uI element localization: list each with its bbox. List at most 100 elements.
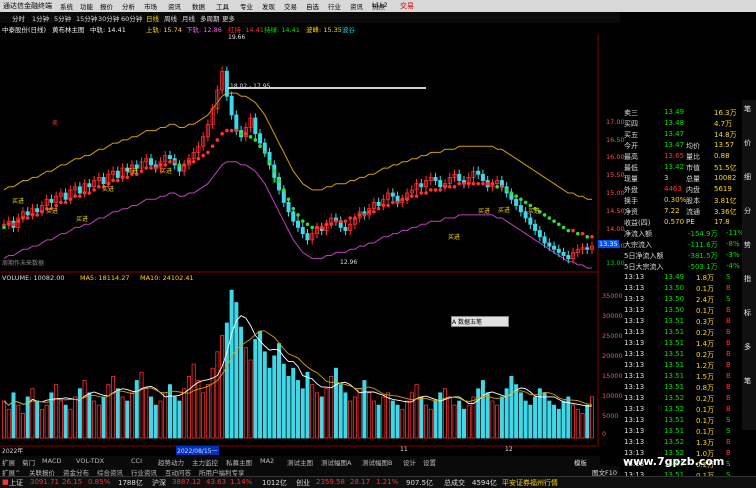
side-tab[interactable]: 笔 [744,376,751,386]
period-60min[interactable]: 60分钟 [121,13,142,23]
data-popup[interactable]: A 数据五笔 [451,316,509,327]
menu-item-discover[interactable]: 发现 [262,1,275,11]
volume-bar [286,376,291,439]
menu-item-analysis[interactable]: 分析 [122,1,135,11]
volume-bar [144,388,149,439]
tick-direction: B [726,350,731,358]
menu-item-pro[interactable]: 专业 [240,1,253,11]
period-1min[interactable]: 1分钟 [32,13,49,23]
tick-volume: 0.2万 [696,351,715,359]
period-30min[interactable]: 30分钟 [98,13,119,23]
side-tab[interactable]: 价 [744,138,751,148]
volume-bar [115,388,120,439]
side-tab[interactable]: 分 [744,206,751,216]
menu-item-trade[interactable]: 交易 [284,1,297,11]
mid-band-dot [35,213,39,217]
volume-bar [528,404,533,439]
period-intraday[interactable]: 分时 [12,13,25,23]
period-monthly[interactable]: 月线 [182,13,195,23]
candle-body [291,211,296,222]
mid-band-dot [433,188,438,192]
side-tab[interactable]: 笔 [744,104,751,114]
mid-band-dot [580,231,585,236]
menu-item-quote[interactable]: 报价 [100,1,113,11]
tick-price: 13.51 [664,372,685,380]
volume-bar [153,404,158,439]
wave-peak-label: 波峰: 15.35 [306,26,342,34]
tab-item[interactable]: VOL-TDX [76,457,104,465]
menu-item-news[interactable]: 资讯 [168,1,181,11]
quote-row: 买五 13.47 14.8万 [622,130,742,141]
tick-row: 13:13 13.51 0.3万 B [622,317,742,328]
tab-item[interactable]: MA2 [260,457,274,465]
side-tab[interactable]: 细 [744,172,751,182]
mid-band-dot [547,216,552,220]
mid-band-dot [509,191,514,195]
volume-tick: 15000 [602,372,623,380]
mid-band-dot [120,175,125,180]
tab-item[interactable]: MACD [42,457,61,465]
indicator-name[interactable]: 黄布林主图 [52,24,85,34]
tick-price: 13.50 [664,295,685,303]
side-tab[interactable]: 标 [744,308,751,318]
menu-item-market[interactable]: 市场 [144,1,157,11]
tick-price: 13.51 [664,361,685,369]
volume-bar [130,392,135,439]
menu-item-watchlist[interactable]: 自选 [306,1,319,11]
kline-chart[interactable] [0,34,620,454]
menu-item-l1l2[interactable]: L1L2 [372,1,388,9]
date-label-cursor: 2022/08/15一 [176,446,219,455]
mid-band-dot [395,200,400,205]
period-15min[interactable]: 15分钟 [76,13,97,23]
mid-band-dot [410,194,414,198]
quote-row: 最高 13.65 量比 0.88 [622,152,742,163]
menu-item-industry[interactable]: 行业 [328,1,341,11]
app-title: 通达信金融终端 [3,2,52,10]
mid-band-dot [291,206,296,211]
money-flow-row: 5日大宗流入 -503.1万 -4% [622,262,742,273]
candle-body [533,223,538,231]
trade-link[interactable]: 交易 [400,1,414,11]
period-more[interactable]: 更多 [222,13,235,23]
tick-row: 13:13 13.51 1.5万 B [622,372,742,383]
buy-signal-label: 买进 [478,208,491,215]
period-5min[interactable]: 5分钟 [54,13,71,23]
quote-value: 5619 [714,185,732,193]
tick-row: 13:13 13.51 0.1万 S [622,416,742,427]
mid-band-dot [357,213,362,217]
data-popup-label[interactable]: A 数据五笔 [452,319,482,326]
quote-row: 今开 13.47 均价 13.57 [622,141,742,152]
menu-item-tools[interactable]: 工具 [216,1,229,11]
volume-bar [514,384,519,439]
period-weekly[interactable]: 周线 [164,13,177,23]
tick-row: 13:13 13.51 1.2万 B [622,361,742,372]
side-tab[interactable]: 势 [744,240,751,250]
side-tab[interactable]: 指 [744,274,751,284]
quote-row: 外盘 4463 内盘 5619 [622,185,742,196]
menu-item-function[interactable]: 功能 [80,1,93,11]
mid-band-dot [182,163,186,167]
menu-item-system[interactable]: 系统 [60,1,73,11]
mid-band-dot [338,219,343,223]
menu-item-info[interactable]: 资讯 [350,1,363,11]
mid-band-dot [334,219,338,223]
high-annotation: 19.66 [228,34,246,41]
tick-time: 13:13 [624,372,645,380]
period-daily[interactable]: 日线 [146,13,159,23]
quote-value: 51.5亿 [714,164,737,172]
tab-item[interactable]: CCI [131,457,142,465]
quote-value: 7.22 [664,207,680,215]
period-multi[interactable]: 多周期 [200,13,220,23]
volume-bar [310,384,315,439]
future-data-note: 周期作未来数据 [2,260,45,267]
tick-time: 13:13 [624,284,645,292]
mid-band-dot [248,135,253,139]
tick-time: 13:13 [624,427,645,435]
side-tab[interactable]: 多 [744,342,751,352]
volume-bar [167,384,172,439]
mid-band-dot [206,150,210,155]
candle-body [49,198,54,203]
date-label-month: 11 [400,446,408,453]
volume-bar [452,404,457,439]
menu-item-data[interactable]: 数据 [192,1,205,11]
